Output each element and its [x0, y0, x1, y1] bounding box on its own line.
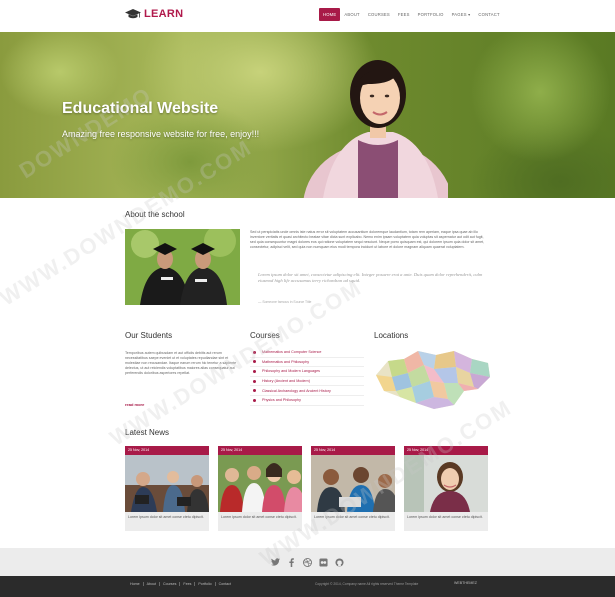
hero-title: Educational Website — [62, 100, 219, 117]
footer-link-home[interactable]: Home — [127, 582, 144, 586]
nav-courses[interactable]: COURSES — [364, 8, 394, 21]
footer-link-courses[interactable]: Courses — [160, 582, 181, 586]
course-item[interactable]: Philosophy and Modern Languages — [250, 367, 364, 377]
footer-nav: Home About Courses Fees Portfolio Contac… — [127, 582, 234, 586]
nav-about[interactable]: ABOUT — [340, 8, 363, 21]
bullet-icon — [253, 389, 256, 393]
news-caption: Lorem ipsum dolor sit amet conse ctetu d… — [128, 515, 204, 519]
facebook-icon[interactable] — [287, 557, 296, 567]
hero-subtitle: Amazing free responsive website for free… — [62, 129, 260, 139]
nav-contact[interactable]: CONTACT — [474, 8, 503, 21]
social-bar — [0, 548, 615, 576]
hero-student-photo — [303, 60, 448, 198]
course-label: Philosophy and Modern Languages — [262, 369, 321, 374]
main-nav: HOME ABOUT COURSES FEES PORTFOLIO PAGES … — [319, 8, 504, 21]
nav-portfolio[interactable]: PORTFOLIO — [414, 8, 448, 21]
news-card[interactable]: 25 Nov, 2014 Lorem ipsum dolor sit amet … — [125, 446, 209, 531]
bullet-icon — [253, 379, 256, 383]
graduation-cap-icon — [125, 9, 141, 19]
dribbble-icon[interactable] — [303, 557, 312, 567]
site-logo[interactable]: LEARN — [125, 8, 183, 20]
course-label: Physics and Philosophy — [262, 398, 301, 403]
footer-link-fees[interactable]: Fees — [180, 582, 196, 586]
footer-brand[interactable]: WEBTHEMEZ — [454, 581, 477, 585]
news-caption: Lorem ipsum dolor sit amet conse ctetu d… — [314, 515, 390, 519]
course-item[interactable]: History (Ancient and Modern) — [250, 377, 364, 387]
news-image — [311, 455, 395, 512]
quote-author: — Someone famous in Source Title — [258, 300, 312, 304]
site-header: LEARN HOME ABOUT COURSES FEES PORTFOLIO … — [0, 0, 615, 32]
course-label: Classical Archaeology and Ancient Histor… — [262, 388, 331, 393]
students-text: Temporibus autem quibusdam et aut offici… — [125, 351, 237, 375]
news-image — [218, 455, 302, 512]
news-date: 25 Nov, 2014 — [311, 446, 395, 455]
nav-home[interactable]: HOME — [319, 8, 341, 21]
logo-text: LEARN — [144, 8, 184, 20]
footer-link-portfolio[interactable]: Portfolio — [195, 582, 216, 586]
flickr-icon[interactable] — [319, 557, 328, 567]
news-image — [125, 455, 209, 512]
locations-heading: Locations — [374, 331, 409, 340]
courses-list: Mathematics and Computer Science Mathema… — [250, 348, 364, 406]
news-heading: Latest News — [125, 428, 170, 437]
about-quote: Lorem ipsum dolor sit amet, consectetur … — [258, 272, 483, 284]
news-cards: 25 Nov, 2014 Lorem ipsum dolor sit amet … — [125, 446, 488, 531]
graduates-photo — [125, 229, 240, 305]
bullet-icon — [253, 369, 256, 373]
footer-link-about[interactable]: About — [144, 582, 160, 586]
copyright-text: Copyright © 2014, Company name All right… — [315, 582, 419, 586]
course-label: Mathematics and Philosophy — [262, 359, 310, 364]
course-item[interactable]: Physics and Philosophy — [250, 396, 364, 406]
news-card[interactable]: 25 Nov, 2014 Lorem ipsum dolor sit amet … — [311, 446, 395, 531]
students-heading: Our Students — [125, 331, 173, 340]
news-card[interactable]: 25 Nov, 2014 Lorem ipsum dolor sit amet … — [404, 446, 488, 531]
course-item[interactable]: Mathematics and Philosophy — [250, 358, 364, 368]
courses-heading: Courses — [250, 331, 280, 340]
news-date: 25 Nov, 2014 — [125, 446, 209, 455]
news-caption: Lorem ipsum dolor sit amet conse ctetu d… — [221, 515, 297, 519]
nav-pages-dropdown[interactable]: PAGES ▾ — [448, 8, 475, 21]
site-footer: Home About Courses Fees Portfolio Contac… — [0, 576, 615, 597]
news-image — [404, 455, 488, 512]
hero-banner: Educational Website Amazing free respons… — [0, 32, 615, 198]
course-item[interactable]: Mathematics and Computer Science — [250, 348, 364, 358]
read-more-link[interactable]: read more — [125, 402, 144, 407]
about-text: Sed ut perspiciatis unde omnis iste natu… — [250, 230, 485, 249]
twitter-icon[interactable] — [271, 558, 280, 567]
bullet-icon — [253, 398, 256, 402]
course-label: History (Ancient and Modern) — [262, 379, 310, 384]
bullet-icon — [253, 360, 256, 364]
news-date: 25 Nov, 2014 — [404, 446, 488, 455]
nav-fees[interactable]: FEES — [394, 8, 414, 21]
footer-link-contact[interactable]: Contact — [216, 582, 234, 586]
news-caption: Lorem ipsum dolor sit amet conse ctetu d… — [407, 515, 483, 519]
news-date: 25 Nov, 2014 — [218, 446, 302, 455]
bullet-icon — [253, 350, 256, 354]
course-label: Mathematics and Computer Science — [262, 350, 322, 355]
github-icon[interactable] — [335, 557, 344, 567]
course-item[interactable]: Classical Archaeology and Ancient Histor… — [250, 386, 364, 396]
news-card[interactable]: 25 Nov, 2014 Lorem ipsum dolor sit amet … — [218, 446, 302, 531]
locations-map[interactable] — [374, 347, 492, 411]
about-heading: About the school — [125, 210, 185, 219]
